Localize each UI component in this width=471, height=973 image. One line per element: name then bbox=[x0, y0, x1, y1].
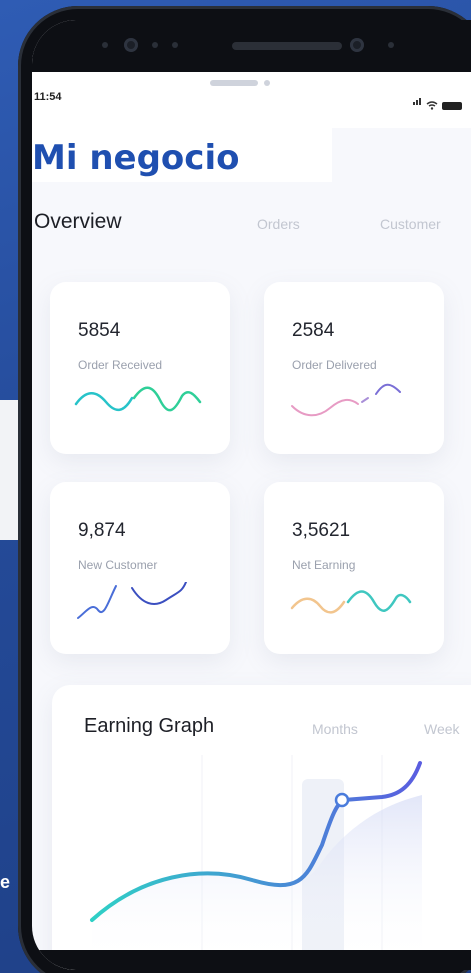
speaker-grille bbox=[232, 42, 342, 50]
tab-orders[interactable]: Orders bbox=[257, 216, 300, 232]
sensor-dot bbox=[102, 42, 108, 48]
top-bezel bbox=[32, 20, 471, 72]
stat-card-order-received[interactable]: 5854 Order Received bbox=[50, 282, 230, 454]
stat-value: 5854 bbox=[78, 320, 121, 341]
background: e 11:54 Mi negocio Overview Orders Custo… bbox=[0, 0, 471, 973]
signal-icon bbox=[413, 92, 422, 110]
stat-card-net-earning[interactable]: 3,5621 Net Earning bbox=[264, 482, 444, 654]
stat-card-new-customer[interactable]: 9,874 New Customer bbox=[50, 482, 230, 654]
tab-bar: Overview Orders Customer bbox=[32, 210, 471, 250]
stat-label: Order Delivered bbox=[292, 358, 377, 372]
camera-icon bbox=[124, 38, 138, 52]
page-title: Mi negocio bbox=[32, 138, 240, 178]
graph-tab-week[interactable]: Week bbox=[424, 721, 460, 737]
stat-value: 2584 bbox=[292, 320, 335, 341]
stat-card-order-delivered[interactable]: 2584 Order Delivered bbox=[264, 282, 444, 454]
graph-tab-months[interactable]: Months bbox=[312, 721, 358, 737]
wifi-icon bbox=[426, 101, 438, 110]
earning-graph-card: Earning Graph Months Week bbox=[52, 685, 471, 970]
camera-icon bbox=[350, 38, 364, 52]
notch-pill bbox=[210, 80, 258, 86]
notch-dot bbox=[264, 80, 270, 86]
sparkline-icon bbox=[291, 383, 401, 417]
battery-icon bbox=[442, 102, 462, 110]
sparkline-icon bbox=[77, 582, 187, 619]
earning-graph-title: Earning Graph bbox=[84, 715, 215, 737]
stat-label: Net Earning bbox=[292, 558, 356, 572]
status-time: 11:54 bbox=[34, 91, 62, 103]
status-icons bbox=[413, 92, 462, 110]
sensor-dot bbox=[388, 42, 394, 48]
sensor-dot bbox=[172, 42, 178, 48]
earning-graph-plot bbox=[90, 755, 422, 965]
stat-value: 3,5621 bbox=[292, 520, 351, 541]
sparkline-icon bbox=[74, 386, 202, 412]
tab-overview[interactable]: Overview bbox=[34, 210, 122, 234]
phone-screen: 11:54 Mi negocio Overview Orders Custome… bbox=[32, 20, 471, 970]
status-bar: 11:54 bbox=[32, 72, 471, 128]
bottom-bezel bbox=[32, 950, 471, 970]
sparkline-icon bbox=[290, 590, 412, 614]
sensor-dot bbox=[152, 42, 158, 48]
title-bar: Mi negocio bbox=[32, 128, 332, 182]
background-text: e bbox=[0, 872, 11, 892]
graph-point-marker[interactable] bbox=[334, 792, 350, 808]
stat-label: New Customer bbox=[78, 558, 158, 572]
stat-value: 9,874 bbox=[78, 520, 126, 541]
tab-customer[interactable]: Customer bbox=[380, 216, 441, 232]
stat-label: Order Received bbox=[78, 358, 163, 372]
